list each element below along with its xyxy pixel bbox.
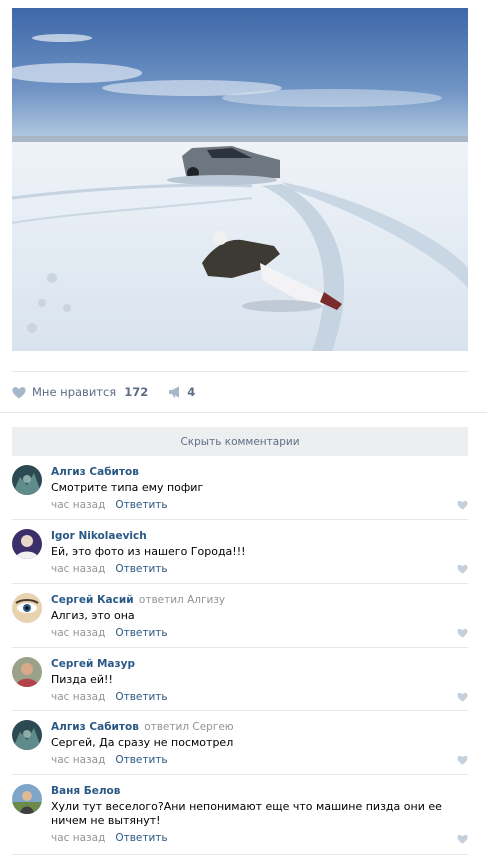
avatar[interactable] — [12, 720, 42, 750]
hide-comments-button[interactable]: Скрыть комментарии — [12, 427, 468, 456]
comment-text: Пизда ей!! — [51, 673, 113, 686]
comment-author[interactable]: Сергей Мазур — [51, 658, 135, 670]
reply-link[interactable]: Ответить — [115, 499, 167, 511]
comment-item: Сергей Мазур Пизда ей!! час назад Ответит… — [12, 648, 468, 711]
heart-icon[interactable] — [457, 500, 468, 510]
comment-text: Ей, это фото из нашего Города!!! — [51, 545, 246, 558]
like-count: 172 — [124, 385, 149, 399]
avatar[interactable] — [12, 657, 42, 687]
comment-time[interactable]: час назад — [51, 499, 105, 511]
share-count: 4 — [187, 385, 196, 399]
comments-list: Алгиз Сабитов Смотрите типа ему пофиг ча… — [12, 456, 468, 855]
heart-icon[interactable] — [457, 564, 468, 574]
post-actions: Мне нравится 172 4 — [12, 382, 195, 402]
heart-icon[interactable] — [457, 692, 468, 702]
comment-text: Сергей, Да сразу не посмотрел — [51, 736, 234, 749]
divider — [12, 371, 468, 372]
reply-link[interactable]: Ответить — [115, 754, 167, 766]
comment-item: Ваня Белов Хули тут веселого?Ани непоним… — [12, 775, 468, 855]
comment-time[interactable]: час назад — [51, 832, 105, 844]
megaphone-icon — [168, 386, 182, 398]
like-button[interactable]: Мне нравится 172 — [12, 385, 148, 399]
comment-author[interactable]: Ваня Белов — [51, 785, 120, 797]
comment-text: Хули тут веселого?Ани непонимают еще что… — [51, 800, 442, 827]
reply-to-label[interactable]: ответил Алгизу — [139, 594, 225, 606]
share-button[interactable]: 4 — [168, 385, 195, 399]
comment-time[interactable]: час назад — [51, 563, 105, 575]
reply-link[interactable]: Ответить — [115, 691, 167, 703]
post-photo[interactable] — [12, 8, 468, 351]
reply-link[interactable]: Ответить — [115, 832, 167, 844]
comment-author[interactable]: Алгиз Сабитов — [51, 721, 139, 733]
comment-item: Igor Nikolaevich Ей, это фото из нашего … — [12, 520, 468, 584]
avatar[interactable] — [12, 465, 42, 495]
comment-author[interactable]: Сергей Касий — [51, 594, 134, 606]
avatar[interactable] — [12, 784, 42, 814]
avatar[interactable] — [12, 593, 42, 623]
comment-item: Сергей Касий ответил Алгизу Алгиз, это о… — [12, 584, 468, 648]
heart-icon[interactable] — [457, 834, 468, 844]
comment-time[interactable]: час назад — [51, 691, 105, 703]
comment-text: Алгиз, это она — [51, 609, 135, 622]
comment-item: Алгиз Сабитов ответил Сергею Сергей, Да … — [12, 711, 468, 775]
comment-author[interactable]: Алгиз Сабитов — [51, 466, 139, 478]
comment-item: Алгиз Сабитов Смотрите типа ему пофиг ча… — [12, 456, 468, 520]
heart-icon[interactable] — [457, 628, 468, 638]
reply-to-label[interactable]: ответил Сергею — [144, 721, 233, 733]
heart-icon[interactable] — [457, 755, 468, 765]
comment-author[interactable]: Igor Nikolaevich — [51, 530, 147, 542]
reply-link[interactable]: Ответить — [115, 563, 167, 575]
like-label: Мне нравится — [32, 385, 117, 399]
snow-lake-car-photo — [12, 8, 468, 351]
comment-text: Смотрите типа ему пофиг — [51, 481, 204, 494]
heart-icon — [12, 386, 26, 399]
comment-time[interactable]: час назад — [51, 627, 105, 639]
comment-time[interactable]: час назад — [51, 754, 105, 766]
avatar[interactable] — [12, 529, 42, 559]
section-divider — [0, 412, 487, 413]
reply-link[interactable]: Ответить — [115, 627, 167, 639]
